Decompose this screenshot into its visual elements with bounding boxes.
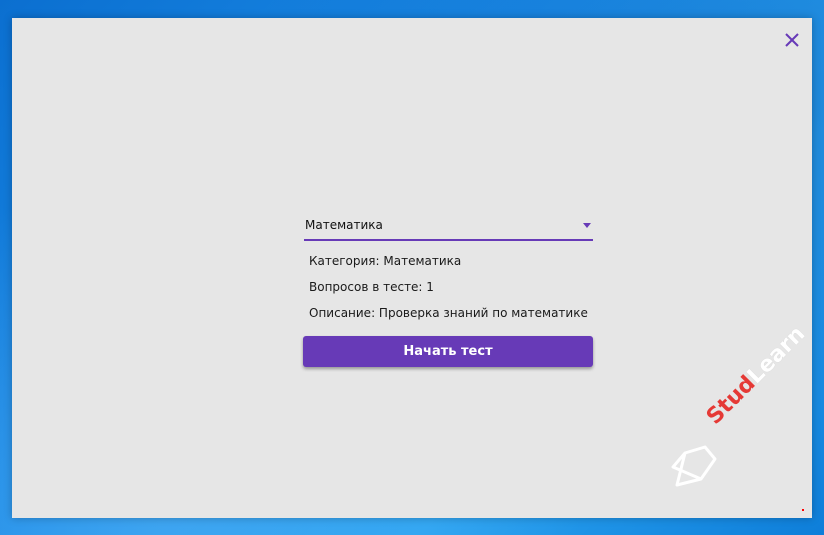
description-label: Описание: Проверка знаний по математике <box>309 306 588 320</box>
test-select-dropdown[interactable]: Математика <box>304 215 593 241</box>
caret-down-icon <box>583 223 591 228</box>
test-selection-window: Математика Категория: Математика Вопросо… <box>12 18 812 518</box>
close-button[interactable] <box>782 30 802 50</box>
category-label: Категория: Математика <box>309 254 462 268</box>
questions-count-label: Вопросов в тесте: 1 <box>309 280 434 294</box>
red-dot-marker <box>802 509 804 511</box>
close-icon <box>785 33 799 47</box>
start-test-button[interactable]: Начать тест <box>303 336 593 367</box>
dropdown-selected-value: Математика <box>305 218 383 232</box>
